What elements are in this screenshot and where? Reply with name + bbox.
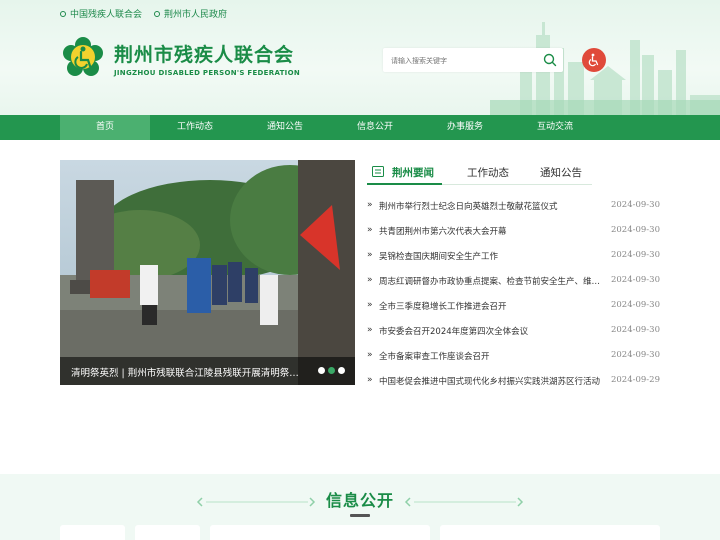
news-tabs: 荆州要闻 工作动态 通知公告 — [367, 160, 592, 185]
news-item-title[interactable]: 吴锦检查国庆期间安全生产工作 — [379, 250, 605, 262]
nav-notices[interactable]: 通知公告 — [240, 115, 330, 140]
news-item[interactable]: » 周志红调研督办市政协重点提案、检查节前安全生产、维稳工作 2024-09-3… — [367, 270, 662, 295]
news-carousel[interactable]: 清明祭英烈 | 荆州市残联联合江陵县残联开展清明祭英烈活动 — [60, 160, 355, 385]
news-list: » 荆州市举行烈士纪念日向英雄烈士敬献花篮仪式 2024-09-30 » 共青团… — [367, 195, 662, 395]
carousel-caption[interactable]: 清明祭英烈 | 荆州市残联联合江陵县残联开展清明祭英烈活动 — [71, 365, 303, 379]
news-item[interactable]: » 共青团荆州市第六次代表大会开幕 2024-09-30 — [367, 220, 662, 245]
carousel-dot-2[interactable] — [328, 367, 335, 374]
news-item-title[interactable]: 周志红调研督办市政协重点提案、检查节前安全生产、维稳工作 — [379, 275, 605, 287]
active-tab-underline — [367, 183, 442, 185]
info-card[interactable] — [60, 525, 125, 540]
nav-work-news[interactable]: 工作动态 — [150, 115, 240, 140]
chevron-right-icon: » — [367, 300, 373, 310]
search-input[interactable] — [383, 49, 533, 73]
news-item-title[interactable]: 全市备案审查工作座谈会召开 — [379, 350, 605, 362]
nav-interaction[interactable]: 互动交流 — [510, 115, 600, 140]
search-box — [383, 48, 563, 73]
carousel-dot-3[interactable] — [338, 367, 345, 374]
news-item-title[interactable]: 共青团荆州市第六次代表大会开幕 — [379, 225, 605, 237]
top-link-cdpf-label: 中国残疾人联合会 — [70, 10, 143, 20]
chevron-right-icon: » — [367, 250, 373, 260]
tab-notices[interactable]: 通知公告 — [540, 165, 582, 180]
carousel-caption-bar: 清明祭英烈 | 荆州市残联联合江陵县残联开展清明祭英烈活动 — [60, 357, 355, 385]
carousel-dot-1[interactable] — [318, 367, 325, 374]
title-decoration-right-icon — [404, 497, 524, 507]
top-link-jingzhou-gov[interactable]: 荆州市人民政府 — [154, 7, 227, 20]
carousel-dots — [318, 367, 345, 374]
news-tab-icon — [372, 166, 384, 177]
news-item-date: 2024-09-30 — [610, 350, 660, 360]
chevron-right-icon: » — [367, 375, 373, 385]
nav-home[interactable]: 首页 — [60, 115, 150, 140]
chevron-right-icon: » — [367, 350, 373, 360]
chevron-right-icon: » — [367, 200, 373, 210]
top-link-cdpf[interactable]: 中国残疾人联合会 — [60, 7, 142, 20]
news-item[interactable]: » 全市三季度稳增长工作推进会召开 2024-09-30 — [367, 295, 662, 320]
site-subtitle: JINGZHOU DISABLED PERSON'S FEDERATION — [114, 69, 301, 77]
info-section-title: 信息公开 — [325, 491, 394, 510]
news-item-date: 2024-09-29 — [610, 375, 660, 385]
info-card[interactable] — [210, 525, 430, 540]
news-item-title[interactable]: 荆州市举行烈士纪念日向英雄烈士敬献花篮仪式 — [379, 200, 605, 212]
news-item-title[interactable]: 全市三季度稳增长工作推进会召开 — [379, 300, 605, 312]
nav-services[interactable]: 办事服务 — [420, 115, 510, 140]
info-disclosure-section: 信息公开 — [0, 474, 720, 540]
news-item[interactable]: » 荆州市举行烈士纪念日向英雄烈士敬献花篮仪式 2024-09-30 — [367, 195, 662, 220]
chevron-right-icon: » — [367, 325, 373, 335]
news-item[interactable]: » 市安委会召开2024年度第四次全体会议 2024-09-30 — [367, 320, 662, 345]
news-item[interactable]: » 吴锦检查国庆期间安全生产工作 2024-09-30 — [367, 245, 662, 270]
tab-jingzhou-news[interactable]: 荆州要闻 — [392, 165, 434, 180]
news-item-date: 2024-09-30 — [610, 325, 660, 335]
news-item[interactable]: » 全市备案审查工作座谈会召开 2024-09-30 — [367, 345, 662, 370]
top-link-jingzhou-gov-label: 荆州市人民政府 — [164, 10, 228, 20]
nav-info-disclosure[interactable]: 信息公开 — [330, 115, 420, 140]
info-card[interactable] — [135, 525, 200, 540]
news-item-date: 2024-09-30 — [610, 225, 660, 235]
news-item-date: 2024-09-30 — [610, 250, 660, 260]
news-item-date: 2024-09-30 — [610, 300, 660, 310]
federation-logo-icon[interactable] — [62, 36, 104, 78]
news-item[interactable]: » 中国老促会推进中国式现代化乡村振兴实践洪湖苏区行活动 2024-09-29 — [367, 370, 662, 395]
news-item-date: 2024-09-30 — [610, 200, 660, 210]
chevron-right-icon: » — [367, 225, 373, 235]
news-item-title[interactable]: 中国老促会推进中国式现代化乡村振兴实践洪湖苏区行活动 — [379, 375, 605, 387]
news-item-date: 2024-09-30 — [610, 275, 660, 285]
wheelchair-icon — [588, 53, 599, 67]
site-title: 荆州市残疾人联合会 — [114, 44, 295, 66]
tab-work-news[interactable]: 工作动态 — [467, 165, 509, 180]
site-header: 中国残疾人联合会 荆州市人民政府 荆州市残疾人联合会 JINGZHOU DISA… — [0, 0, 720, 115]
circle-bullet-icon — [60, 10, 66, 17]
accessibility-button[interactable] — [582, 48, 606, 72]
title-underline-bar — [350, 514, 370, 517]
news-item-title[interactable]: 市安委会召开2024年度第四次全体会议 — [379, 325, 605, 337]
info-card[interactable] — [440, 525, 660, 540]
carousel-photo — [60, 160, 355, 385]
circle-bullet-icon — [154, 10, 161, 17]
main-navigation: 首页 工作动态 通知公告 信息公开 办事服务 互动交流 — [0, 115, 720, 140]
chevron-right-icon: » — [367, 275, 373, 285]
search-icon[interactable] — [543, 53, 557, 67]
